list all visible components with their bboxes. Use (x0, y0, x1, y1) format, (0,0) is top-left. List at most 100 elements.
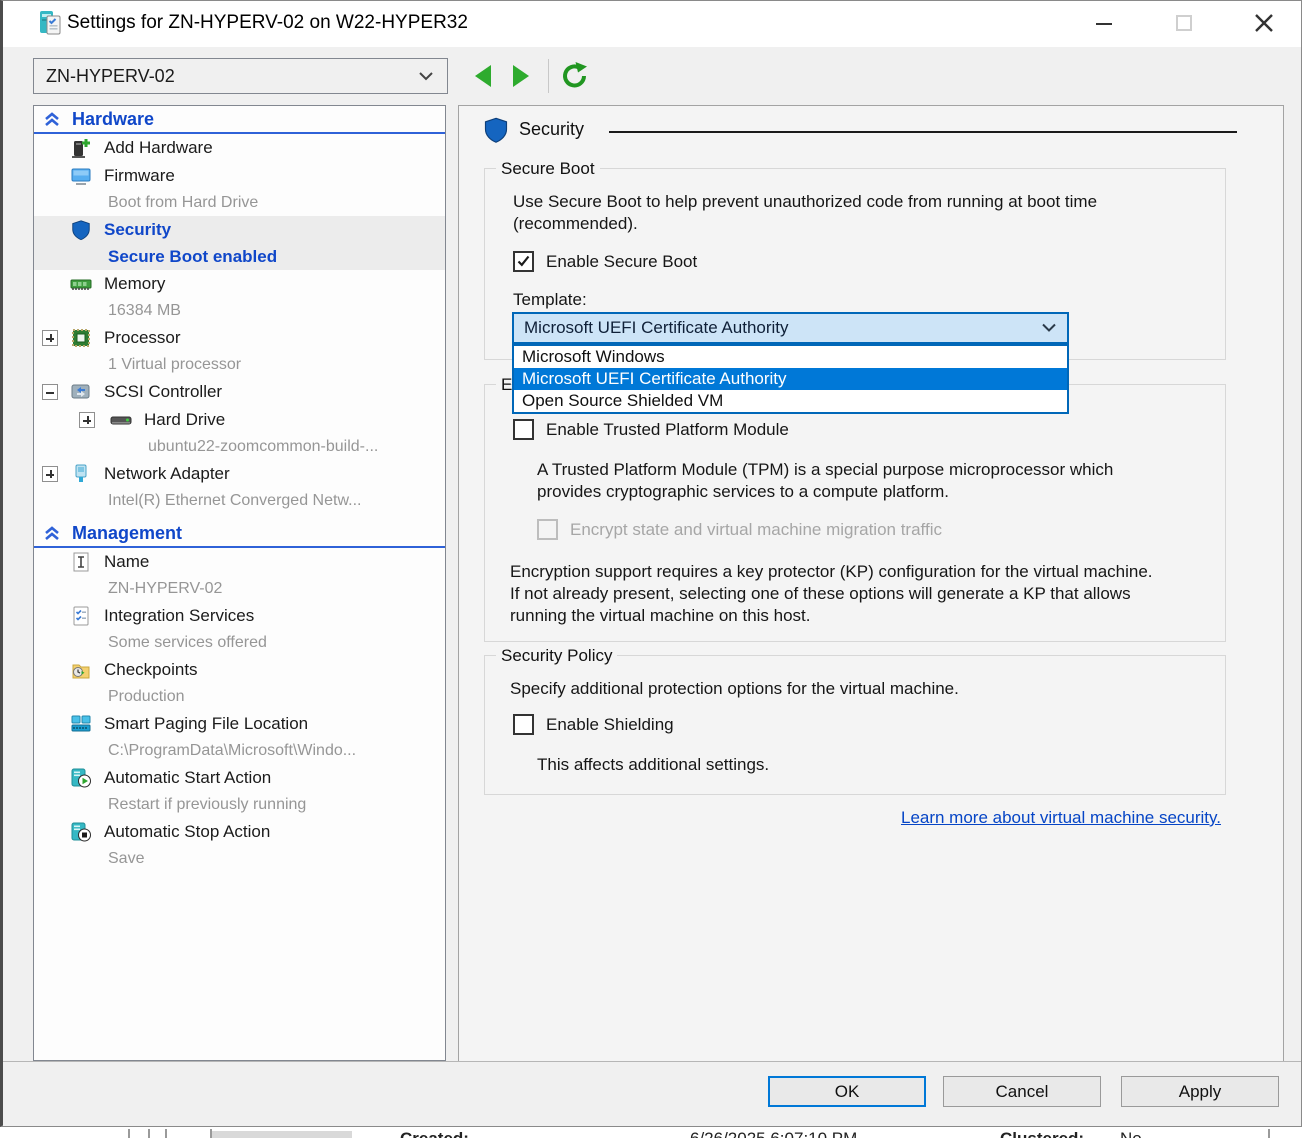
sidebar-item-memory[interactable]: Memory (34, 270, 445, 298)
sidebar-item-name[interactable]: Name (34, 548, 445, 576)
security-shield-icon (70, 219, 92, 241)
sidebar-item-firmware[interactable]: Firmware (34, 162, 445, 190)
expand-icon[interactable] (42, 466, 58, 482)
sidebar-item-hard-drive[interactable]: Hard Drive (34, 406, 445, 434)
item-sublabel: Some services offered (34, 630, 445, 656)
sidebar-item-security[interactable]: Security (34, 216, 445, 244)
sidebar-item-scsi-controller[interactable]: SCSI Controller (34, 378, 445, 406)
item-label: Add Hardware (34, 138, 213, 158)
checkbox-label: Enable Shielding (546, 715, 674, 735)
dropdown-option[interactable]: Open Source Shielded VM (514, 390, 1067, 412)
apply-button[interactable]: Apply (1121, 1076, 1279, 1107)
selected-item-block: Security Secure Boot enabled (34, 216, 445, 270)
encrypt-state-checkbox[interactable]: Encrypt state and virtual machine migrat… (537, 519, 942, 540)
item-sublabel: C:\ProgramData\Microsoft\Windo... (34, 738, 445, 764)
encryption-support-group: Encryption Support Enable Trusted Platfo… (484, 384, 1226, 642)
sidebar-item-smart-paging[interactable]: Smart Paging File Location (34, 710, 445, 738)
dropdown-option[interactable]: Microsoft Windows (514, 346, 1067, 368)
add-hardware-icon (70, 137, 92, 159)
toolbar-separator (548, 59, 549, 93)
settings-tree: Hardware Add Hardware (33, 105, 446, 1061)
collapse-icon[interactable] (42, 384, 58, 400)
shielding-note: This affects additional settings. (537, 754, 769, 776)
learn-more-link[interactable]: Learn more about virtual machine securit… (901, 808, 1221, 828)
item-label: Security (34, 220, 171, 240)
back-arrow-button[interactable] (469, 62, 495, 90)
refresh-button[interactable] (559, 60, 591, 97)
background-window-strip: Created: 6/26/2025 6:07:10 PM Clustered:… (0, 1129, 1308, 1138)
item-sublabel: Restart if previously running (34, 792, 445, 818)
section-header-hardware[interactable]: Hardware (34, 106, 445, 134)
scsi-controller-icon (70, 381, 92, 403)
sidebar-item-checkpoints[interactable]: Checkpoints (34, 656, 445, 684)
item-sublabel: Production (34, 684, 445, 710)
name-icon (70, 551, 92, 573)
close-icon (1252, 11, 1276, 35)
template-combobox[interactable]: Microsoft UEFI Certificate Authority (512, 312, 1069, 344)
security-shield-icon (482, 115, 510, 150)
sidebar-item-auto-stop[interactable]: Automatic Stop Action (34, 818, 445, 846)
created-value: 6/26/2025 6:07:10 PM (690, 1129, 857, 1138)
secure-boot-description: Use Secure Boot to help prevent unauthor… (513, 191, 1128, 235)
clustered-value: No (1120, 1129, 1142, 1138)
sidebar-item-processor[interactable]: Processor (34, 324, 445, 352)
dropdown-chevron-icon (417, 66, 435, 87)
security-policy-group: Security Policy Specify additional prote… (484, 655, 1226, 795)
window-title: Settings for ZN-HYPERV-02 on W22-HYPER32 (67, 12, 468, 34)
checkbox-label: Enable Secure Boot (546, 252, 697, 272)
smart-paging-icon (70, 713, 92, 735)
refresh-icon (559, 60, 591, 92)
policy-description: Specify additional protection options fo… (510, 678, 1190, 700)
item-label: Memory (34, 274, 165, 294)
ok-button[interactable]: OK (768, 1076, 926, 1107)
chevron-double-up-icon (43, 526, 61, 547)
sidebar-item-integration-services[interactable]: Integration Services (34, 602, 445, 630)
checkbox-label: Enable Trusted Platform Module (546, 420, 789, 440)
enable-tpm-checkbox[interactable]: Enable Trusted Platform Module (513, 419, 789, 440)
item-sublabel: 16384 MB (34, 298, 445, 324)
section-header-management[interactable]: Management (34, 520, 445, 548)
expand-icon[interactable] (79, 412, 95, 428)
item-label: Network Adapter (34, 464, 230, 484)
enable-secure-boot-checkbox[interactable]: Enable Secure Boot (513, 251, 697, 272)
sidebar-item-auto-start[interactable]: Automatic Start Action (34, 764, 445, 792)
vm-selector-dropdown[interactable]: ZN-HYPERV-02 (33, 58, 448, 94)
dropdown-option-selected[interactable]: Microsoft UEFI Certificate Authority (514, 368, 1067, 390)
item-label: Checkpoints (34, 660, 198, 680)
sidebar-item-network-adapter[interactable]: Network Adapter (34, 460, 445, 488)
template-dropdown-list: Microsoft Windows Microsoft UEFI Certifi… (512, 344, 1069, 414)
chevron-double-up-icon (43, 112, 61, 133)
item-sublabel: Intel(R) Ethernet Converged Netw... (34, 488, 445, 514)
group-title: Secure Boot (496, 159, 600, 179)
clustered-label: Clustered: (1000, 1129, 1084, 1138)
minimize-icon (1093, 12, 1115, 34)
maximize-button[interactable] (1155, 1, 1213, 45)
item-sublabel: Secure Boot enabled (34, 244, 445, 270)
security-settings-pane: Security Secure Boot Use Secure Boot to … (458, 105, 1284, 1061)
hard-drive-icon (110, 409, 132, 431)
key-protector-note: Encryption support requires a key protec… (510, 561, 1160, 626)
background-fragment (212, 1131, 352, 1138)
enable-shielding-checkbox[interactable]: Enable Shielding (513, 714, 674, 735)
item-label: Firmware (34, 166, 175, 186)
title-bar: Settings for ZN-HYPERV-02 on W22-HYPER32 (3, 1, 1301, 47)
expand-icon[interactable] (42, 330, 58, 346)
page-title: Security (519, 119, 584, 140)
close-button[interactable] (1235, 1, 1293, 45)
item-sublabel: 1 Virtual processor (34, 352, 445, 378)
cancel-button[interactable]: Cancel (943, 1076, 1101, 1107)
integration-services-icon (70, 605, 92, 627)
button-bar: OK Cancel Apply (3, 1061, 1301, 1126)
template-value: Microsoft UEFI Certificate Authority (524, 318, 789, 338)
settings-app-icon (37, 9, 65, 42)
checkbox-label: Encrypt state and virtual machine migrat… (570, 520, 942, 540)
template-label: Template: (513, 289, 587, 311)
auto-stop-icon (70, 821, 92, 843)
back-arrow-icon (469, 62, 495, 90)
network-adapter-icon (70, 463, 92, 485)
group-title: Encryption Support (496, 375, 506, 395)
minimize-button[interactable] (1075, 1, 1133, 45)
toolbar: ZN-HYPERV-02 (3, 47, 1301, 105)
forward-arrow-button[interactable] (509, 62, 535, 90)
sidebar-item-add-hardware[interactable]: Add Hardware (34, 134, 445, 162)
